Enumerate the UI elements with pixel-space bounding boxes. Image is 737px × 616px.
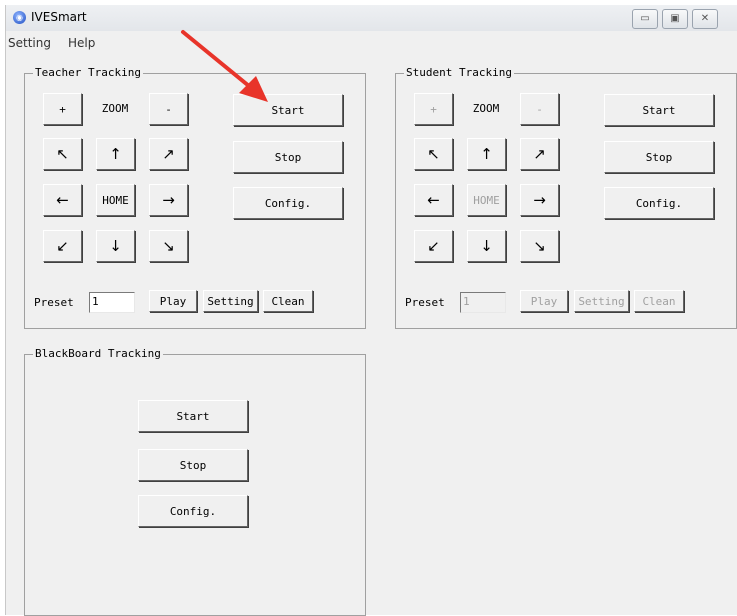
teacher-play-button[interactable]: Play <box>149 290 197 312</box>
teacher-pan-up-right-icon[interactable]: ↗ <box>149 138 188 170</box>
teacher-start-button[interactable]: Start <box>233 94 343 126</box>
teacher-tracking-title: Teacher Tracking <box>33 66 143 80</box>
teacher-pan-up-left-icon[interactable]: ↖ <box>43 138 82 170</box>
teacher-zoom-out-button[interactable]: - <box>149 93 188 125</box>
teacher-pan-up-icon[interactable]: ↑ <box>96 138 135 170</box>
student-play-button[interactable]: Play <box>520 290 568 312</box>
teacher-pan-down-right-icon[interactable]: ↘ <box>149 230 188 262</box>
student-zoom-out-button[interactable]: - <box>520 93 559 125</box>
blackboard-stop-button[interactable]: Stop <box>138 449 248 481</box>
close-icon[interactable]: ✕ <box>692 9 718 29</box>
student-pan-down-right-icon[interactable]: ↘ <box>520 230 559 262</box>
student-pan-down-icon[interactable]: ↓ <box>467 230 506 262</box>
app-logo-icon: ◉ <box>13 11 26 24</box>
teacher-preset-input[interactable]: 1 <box>89 292 135 313</box>
teacher-pan-right-icon[interactable]: → <box>149 184 188 216</box>
title-bar: ◉ IVESmart ▭ ▣ ✕ <box>6 5 737 31</box>
minimize-icon[interactable]: ▭ <box>632 9 658 29</box>
blackboard-tracking-title: BlackBoard Tracking <box>33 347 163 361</box>
teacher-home-button[interactable]: HOME <box>96 184 135 216</box>
teacher-pan-down-left-icon[interactable]: ↙ <box>43 230 82 262</box>
teacher-stop-button[interactable]: Stop <box>233 141 343 173</box>
teacher-tracking-group: Teacher Tracking + ZOOM - ↖ ↑ ↗ ← HOME →… <box>24 66 366 329</box>
student-zoom-in-button[interactable]: + <box>414 93 453 125</box>
student-clean-button[interactable]: Clean <box>634 290 684 312</box>
menu-help[interactable]: Help <box>68 36 95 50</box>
teacher-zoom-label: ZOOM <box>101 102 129 115</box>
student-pan-up-left-icon[interactable]: ↖ <box>414 138 453 170</box>
student-pan-left-icon[interactable]: ← <box>414 184 453 216</box>
teacher-config-button[interactable]: Config. <box>233 187 343 219</box>
teacher-clean-button[interactable]: Clean <box>263 290 313 312</box>
teacher-preset-label: Preset <box>34 296 74 309</box>
student-pan-down-left-icon[interactable]: ↙ <box>414 230 453 262</box>
student-preset-input[interactable]: 1 <box>460 292 506 313</box>
blackboard-start-button[interactable]: Start <box>138 400 248 432</box>
student-config-button[interactable]: Config. <box>604 187 714 219</box>
student-start-button[interactable]: Start <box>604 94 714 126</box>
blackboard-config-button[interactable]: Config. <box>138 495 248 527</box>
menu-setting[interactable]: Setting <box>8 36 51 50</box>
student-pan-right-icon[interactable]: → <box>520 184 559 216</box>
menu-bar: Setting Help <box>6 34 737 52</box>
student-tracking-group: Student Tracking + ZOOM - ↖ ↑ ↗ ← HOME →… <box>395 66 737 329</box>
teacher-pan-left-icon[interactable]: ← <box>43 184 82 216</box>
student-setting-button[interactable]: Setting <box>574 290 629 312</box>
maximize-icon[interactable]: ▣ <box>662 9 688 29</box>
student-pan-up-right-icon[interactable]: ↗ <box>520 138 559 170</box>
student-tracking-title: Student Tracking <box>404 66 514 80</box>
student-preset-label: Preset <box>405 296 445 309</box>
blackboard-tracking-group: BlackBoard Tracking Start Stop Config. <box>24 347 366 616</box>
app-window: ◉ IVESmart ▭ ▣ ✕ Setting Help Teacher Tr… <box>5 5 737 616</box>
window-title: IVESmart <box>31 10 87 24</box>
teacher-setting-button[interactable]: Setting <box>203 290 258 312</box>
teacher-pan-down-icon[interactable]: ↓ <box>96 230 135 262</box>
student-zoom-label: ZOOM <box>472 102 500 115</box>
student-pan-up-icon[interactable]: ↑ <box>467 138 506 170</box>
teacher-zoom-in-button[interactable]: + <box>43 93 82 125</box>
student-home-button[interactable]: HOME <box>467 184 506 216</box>
student-stop-button[interactable]: Stop <box>604 141 714 173</box>
